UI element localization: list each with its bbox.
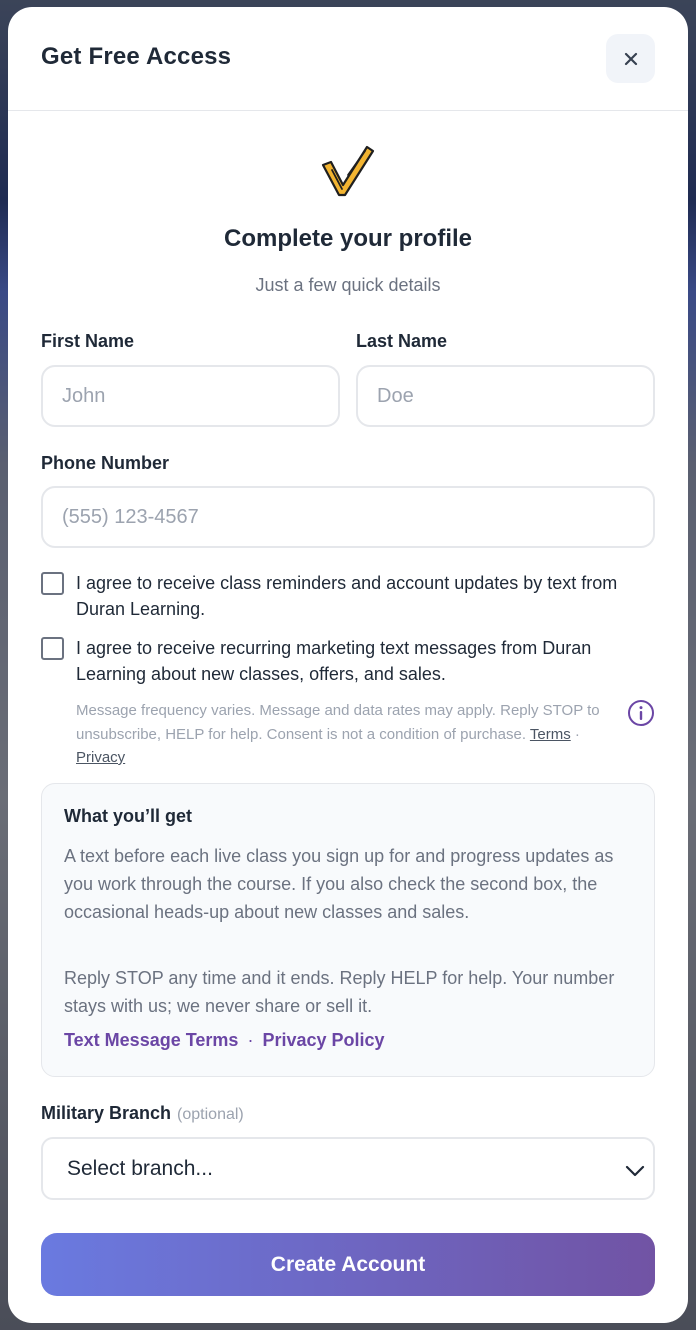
military-branch-selected: Select branch... <box>67 1157 213 1180</box>
sms-disclaimer: Message frequency varies. Message and da… <box>76 699 606 770</box>
last-name-input[interactable] <box>356 365 655 427</box>
benefits-title: What you’ll get <box>64 806 192 826</box>
chevron-down-icon <box>625 1165 645 1177</box>
sms-disclaimer-text: Message frequency varies. Message and da… <box>76 702 600 743</box>
military-branch-label: Military Branch (optional) <box>41 1103 244 1124</box>
close-icon <box>624 52 637 65</box>
marketing-consent-text: I agree to receive recurring marketing t… <box>76 638 592 684</box>
benefits-paragraph-2: Reply STOP any time and it ends. Reply H… <box>64 968 615 1016</box>
modal-header: Get Free Access <box>8 7 688 111</box>
optional-tag: (optional) <box>177 1106 244 1123</box>
text-message-terms-link[interactable]: Text Message Terms <box>64 1030 238 1050</box>
close-button[interactable] <box>606 34 655 83</box>
benefits-card: What you’ll get A text before each live … <box>41 783 655 1077</box>
first-name-label: First Name <box>41 331 135 351</box>
info-icon[interactable] <box>627 699 655 727</box>
privacy-link[interactable]: Privacy <box>76 749 125 766</box>
privacy-policy-link[interactable]: Privacy Policy <box>262 1030 384 1050</box>
military-branch-label-text: Military Branch <box>41 1103 172 1123</box>
first-name-input[interactable] <box>41 365 340 427</box>
benefits-paragraph-1: A text before each live class you sign u… <box>64 846 614 922</box>
reminders-consent-text: I agree to receive class reminders and a… <box>76 573 618 619</box>
checkmark-logo-icon <box>321 145 375 197</box>
create-account-button[interactable]: Create Account <box>41 1233 655 1296</box>
phone-label: Phone Number <box>41 453 170 473</box>
last-name-label: Last Name <box>356 331 448 351</box>
reminders-consent-checkbox[interactable] <box>41 572 64 595</box>
signup-modal: Get Free Access Complete your profile Ju… <box>8 7 688 1323</box>
profile-title: Complete your profile <box>223 225 473 252</box>
profile-subtitle: Just a few quick details <box>255 275 441 295</box>
marketing-consent-checkbox[interactable] <box>41 637 64 660</box>
military-branch-select[interactable]: Select branch... <box>41 1137 655 1200</box>
links-separator: · <box>247 1030 254 1050</box>
disclaimer-separator: · <box>574 725 580 743</box>
benefits-links: Text Message Terms · Privacy Policy <box>64 1030 385 1051</box>
modal-title: Get Free Access <box>41 43 232 70</box>
terms-link[interactable]: Terms <box>530 726 571 743</box>
phone-input[interactable] <box>41 486 655 548</box>
